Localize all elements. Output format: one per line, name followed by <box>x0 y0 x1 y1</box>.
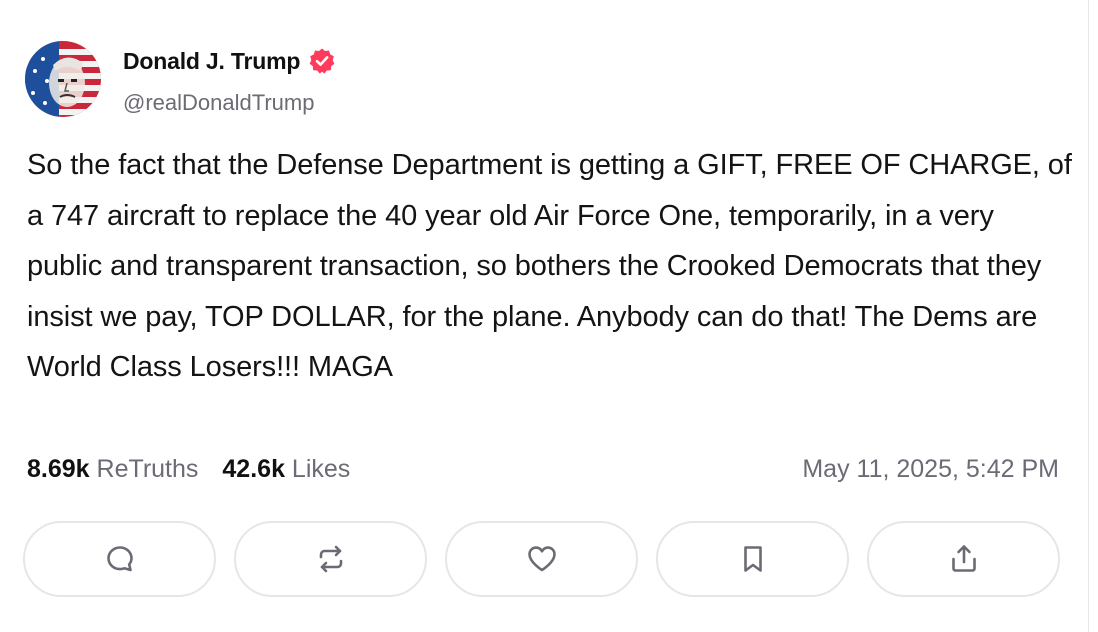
retruth-button[interactable] <box>234 521 427 597</box>
action-bar <box>23 521 1060 597</box>
post-stats: 8.69k ReTruths 42.6k Likes <box>27 455 350 484</box>
retruths-stat[interactable]: 8.69k ReTruths <box>27 455 198 484</box>
bookmark-button[interactable] <box>656 521 849 597</box>
retruths-count: 8.69k <box>27 455 90 483</box>
likes-count: 42.6k <box>222 455 285 483</box>
retruths-label: ReTruths <box>96 455 199 483</box>
avatar[interactable] <box>25 41 101 117</box>
post-body: So the fact that the Defense Department … <box>27 149 1072 383</box>
share-button[interactable] <box>867 521 1060 597</box>
likes-label: Likes <box>291 455 351 483</box>
author-name-row: Donald J. Trump <box>123 47 336 75</box>
share-icon <box>951 545 976 572</box>
display-name[interactable]: Donald J. Trump <box>123 48 300 75</box>
reply-icon <box>106 546 133 572</box>
likes-stat[interactable]: 42.6k Likes <box>222 455 350 484</box>
bookmark-icon <box>743 546 762 572</box>
author-handle[interactable]: @realDonaldTrump <box>123 90 314 116</box>
post-timestamp[interactable]: May 11, 2025, 5:42 PM <box>802 455 1059 484</box>
post-card: Donald J. Trump @realDonaldTrump So the … <box>0 0 1098 632</box>
avatar-image <box>25 41 101 117</box>
reply-button[interactable] <box>23 521 216 597</box>
retruth-icon <box>319 545 342 573</box>
like-button[interactable] <box>445 521 638 597</box>
verified-badge-icon <box>308 47 336 75</box>
divider <box>1088 0 1089 632</box>
like-heart-icon <box>527 546 556 572</box>
